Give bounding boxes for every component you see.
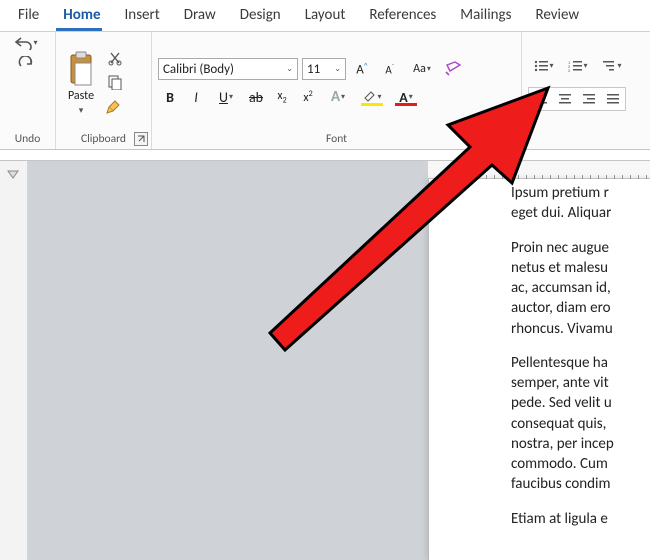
- group-label-font: Font: [158, 130, 515, 149]
- svg-text:3: 3: [568, 69, 570, 72]
- font-size-select[interactable]: 11⌄: [302, 58, 346, 80]
- tab-references[interactable]: References: [359, 2, 446, 28]
- font-dialog-launcher[interactable]: [504, 132, 518, 146]
- align-right-button[interactable]: [577, 88, 601, 110]
- multilevel-list-button[interactable]: ▾: [596, 55, 628, 77]
- paste-button[interactable]: Paste ▾: [62, 51, 100, 116]
- document-workspace: Ipsum pretium reget dui. Aliquar Proin n…: [0, 160, 650, 560]
- eraser-icon: [445, 61, 463, 77]
- redo-button[interactable]: [17, 56, 35, 70]
- tab-insert[interactable]: Insert: [115, 2, 170, 28]
- clipboard-icon: [66, 51, 96, 87]
- group-label-undo: Undo: [6, 130, 49, 149]
- body-text: Proin nec auguenetus et malesuac, accums…: [511, 238, 650, 339]
- font-name-select[interactable]: Calibri (Body)⌄: [158, 58, 298, 80]
- tab-layout[interactable]: Layout: [295, 2, 356, 28]
- format-painter-button[interactable]: [106, 98, 124, 116]
- align-left-button[interactable]: [529, 88, 553, 110]
- justify-button[interactable]: [601, 88, 625, 110]
- multilevel-icon: [602, 60, 616, 72]
- font-name-value: Calibri (Body): [163, 62, 234, 77]
- tab-file[interactable]: File: [8, 2, 49, 28]
- indent-marker-icon[interactable]: [463, 164, 477, 178]
- group-label-paragraph: [528, 130, 644, 149]
- body-text: Pellentesque hasemper, ante vitpede. Sed…: [511, 353, 650, 495]
- change-case-button[interactable]: Aa▾: [406, 58, 438, 80]
- undo-button[interactable]: ▾: [10, 36, 42, 50]
- underline-button[interactable]: U▾: [210, 86, 242, 108]
- bullets-icon: [534, 60, 548, 72]
- tab-design[interactable]: Design: [230, 2, 291, 28]
- italic-button[interactable]: I: [184, 86, 208, 108]
- group-paragraph: ▾ 123▾ ▾: [522, 32, 650, 149]
- document-page[interactable]: Ipsum pretium reget dui. Aliquar Proin n…: [428, 179, 650, 560]
- clear-formatting-button[interactable]: [442, 58, 466, 80]
- group-clipboard: Paste ▾ Clipboard: [56, 32, 152, 149]
- group-label-clipboard: Clipboard: [62, 130, 145, 149]
- clipboard-launcher[interactable]: [134, 132, 148, 146]
- numbering-icon: 123: [568, 60, 582, 72]
- bullets-button[interactable]: ▾: [528, 55, 560, 77]
- cut-button[interactable]: [106, 50, 124, 66]
- numbering-button[interactable]: 123▾: [562, 55, 594, 77]
- font-size-value: 11: [307, 62, 320, 77]
- copy-icon: [107, 74, 123, 90]
- ribbon-tabs: File Home Insert Draw Design Layout Refe…: [0, 0, 650, 28]
- align-center-button[interactable]: [553, 88, 577, 110]
- scissors-icon: [107, 50, 123, 66]
- vertical-ruler[interactable]: [0, 161, 28, 560]
- text-effects-button[interactable]: A▾: [322, 86, 354, 108]
- decrease-font-size-button[interactable]: Aˇ: [378, 58, 402, 80]
- subscript-button[interactable]: x2: [270, 86, 294, 108]
- group-font: Calibri (Body)⌄ 11⌄ A^ Aˇ Aa▾ B I U▾ ab …: [152, 32, 522, 149]
- font-color-button[interactable]: A ▾: [390, 86, 422, 108]
- highlight-color-swatch: [361, 103, 383, 106]
- tab-review[interactable]: Review: [525, 2, 589, 28]
- increase-font-size-button[interactable]: A^: [350, 58, 374, 80]
- body-text: Etiam at ligula e: [511, 509, 650, 529]
- tab-home[interactable]: Home: [53, 2, 110, 28]
- tab-draw[interactable]: Draw: [174, 2, 226, 28]
- highlighter-icon: [362, 90, 376, 104]
- bold-button[interactable]: B: [158, 86, 182, 108]
- body-text: Ipsum pretium r: [511, 184, 609, 202]
- strikethrough-button[interactable]: ab: [244, 86, 268, 108]
- paintbrush-icon: [106, 98, 124, 116]
- highlight-color-button[interactable]: ▾: [356, 86, 388, 108]
- tab-mailings[interactable]: Mailings: [450, 2, 521, 28]
- ribbon: ▾ Undo Paste ▾: [0, 32, 650, 150]
- font-color-swatch: [395, 103, 417, 106]
- paste-label: Paste: [68, 89, 94, 103]
- horizontal-ruler[interactable]: [428, 161, 650, 179]
- copy-button[interactable]: [106, 74, 124, 90]
- group-undo: ▾ Undo: [0, 32, 56, 149]
- superscript-button[interactable]: x2: [296, 86, 320, 108]
